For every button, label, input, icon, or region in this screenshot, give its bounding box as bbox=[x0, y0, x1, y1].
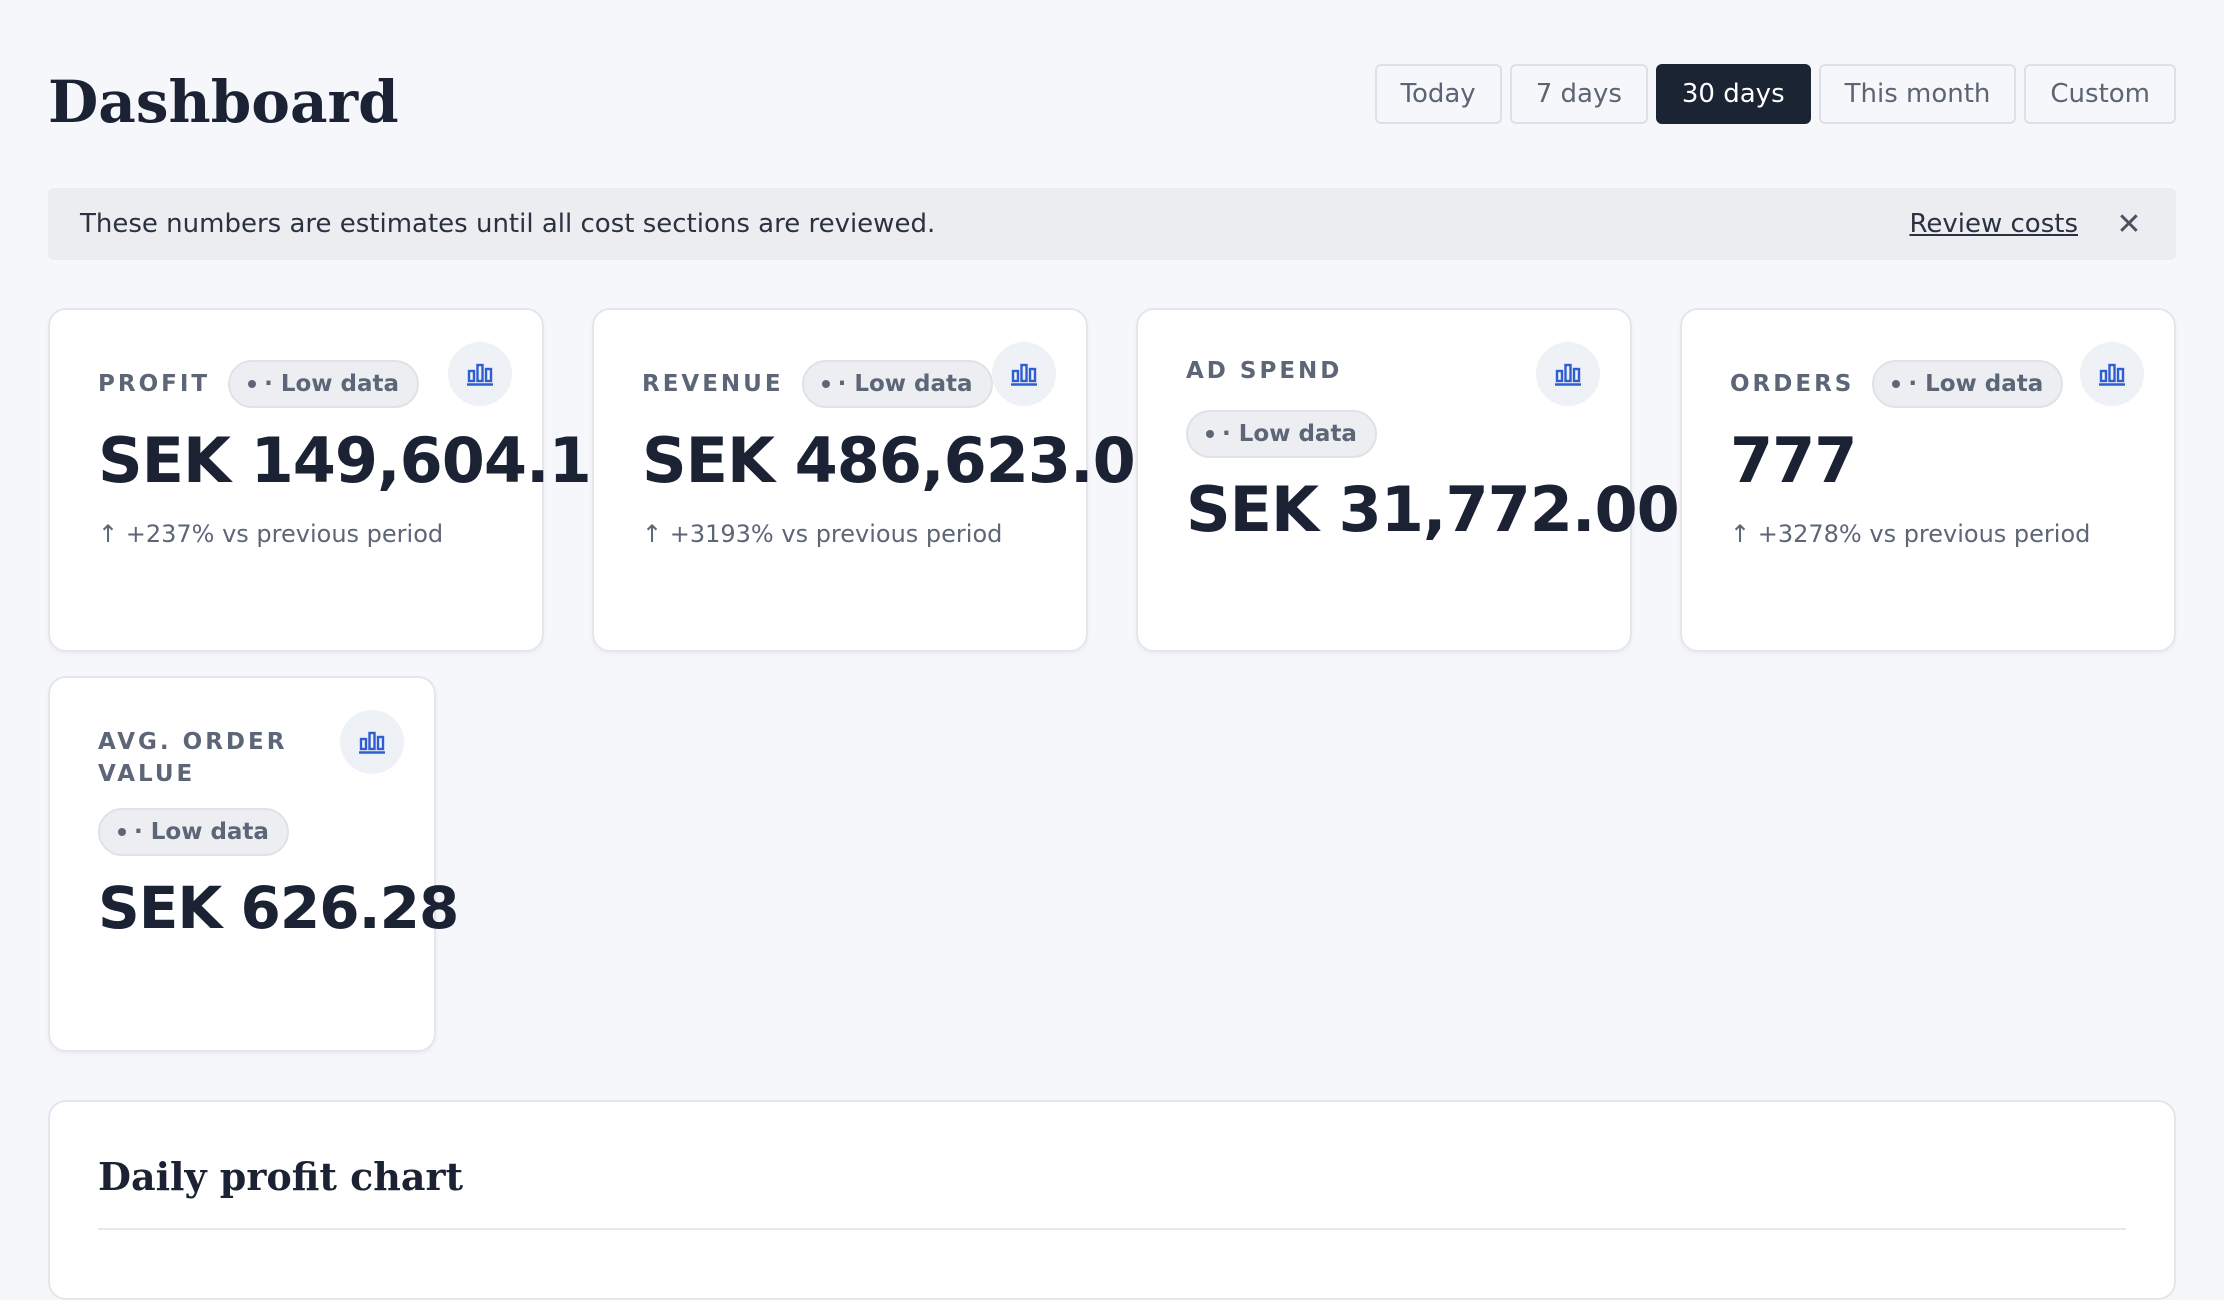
divider bbox=[98, 1228, 2126, 1230]
dot-icon bbox=[248, 380, 257, 388]
dot-icon bbox=[118, 828, 126, 836]
low-data-badge: · Low data bbox=[98, 808, 289, 856]
profit-change: ↑ +237% vs previous period bbox=[98, 520, 444, 548]
range-custom-button[interactable]: Custom bbox=[2024, 64, 2176, 124]
badge-label: · Low data bbox=[1222, 421, 1357, 447]
bar-chart-icon[interactable] bbox=[1536, 342, 1600, 406]
card-label: AD SPEND bbox=[1186, 358, 1343, 384]
card-label: VALUE bbox=[98, 761, 196, 787]
badge-label: · Low data bbox=[837, 371, 973, 397]
range-7-days-button[interactable]: 7 days bbox=[1509, 64, 1648, 124]
card-label: REVENUE bbox=[642, 371, 784, 397]
dot-icon bbox=[1892, 380, 1901, 388]
card-label: ORDERS bbox=[1730, 371, 1855, 397]
bar-chart-icon[interactable] bbox=[448, 342, 512, 406]
ad-spend-value: SEK 31,772.00 bbox=[1186, 473, 1680, 546]
revenue-change: ↑ +3193% vs previous period bbox=[642, 520, 1003, 548]
section-title: Daily profit chart bbox=[98, 1154, 464, 1199]
page-title: Dashboard bbox=[48, 68, 399, 136]
dot-icon bbox=[821, 380, 830, 388]
bar-chart-icon[interactable] bbox=[2080, 342, 2144, 406]
revenue-value: SEK 486,623.00 bbox=[642, 424, 1178, 497]
revenue-card: REVENUE · Low data SEK 486,623.00 ↑ +319… bbox=[592, 308, 1178, 652]
profit-card: PROFIT · Low data SEK 149,604.19 ↑ +237%… bbox=[48, 308, 634, 652]
banner-text: These numbers are estimates until all co… bbox=[80, 209, 936, 239]
range-today-button[interactable]: Today bbox=[1374, 64, 1502, 124]
dot-icon bbox=[1206, 430, 1214, 438]
low-data-badge: · Low data bbox=[801, 360, 993, 408]
badge-label: · Low data bbox=[264, 371, 400, 397]
low-data-badge: · Low data bbox=[1186, 410, 1377, 458]
range-30-days-button[interactable]: 30 days bbox=[1655, 64, 1811, 124]
bar-chart-icon[interactable] bbox=[992, 342, 1056, 406]
profit-value: SEK 149,604.19 bbox=[98, 424, 634, 497]
card-label: PROFIT bbox=[98, 371, 211, 397]
low-data-badge: · Low data bbox=[228, 360, 420, 408]
badge-label: · Low data bbox=[1908, 371, 2044, 397]
orders-value: 777 bbox=[1730, 424, 1857, 497]
estimate-banner: These numbers are estimates until all co… bbox=[48, 188, 2176, 260]
orders-change: ↑ +3278% vs previous period bbox=[1730, 520, 2091, 548]
close-icon[interactable]: ✕ bbox=[2114, 207, 2144, 242]
avg-order-value-card: AVG. ORDER VALUE · Low data SEK 626.28 bbox=[48, 676, 459, 1052]
badge-label: · Low data bbox=[134, 819, 269, 845]
ad-spend-card: AD SPEND · Low data SEK 31,772.00 bbox=[1136, 308, 1680, 652]
bar-chart-icon[interactable] bbox=[340, 710, 404, 774]
avg-order-value-value: SEK 626.28 bbox=[98, 874, 459, 942]
daily-profit-chart-section: Daily profit chart bbox=[48, 1100, 2176, 1300]
card-label: AVG. ORDER bbox=[98, 729, 288, 755]
review-costs-link[interactable]: Review costs bbox=[1909, 209, 2078, 239]
range-this-month-button[interactable]: This month bbox=[1818, 64, 2017, 124]
date-range-selector: Today 7 days 30 days This month Custom bbox=[1374, 64, 2176, 124]
orders-card: ORDERS · Low data 777 ↑ +3278% vs previo… bbox=[1680, 308, 2176, 652]
low-data-badge: · Low data bbox=[1872, 360, 2064, 408]
